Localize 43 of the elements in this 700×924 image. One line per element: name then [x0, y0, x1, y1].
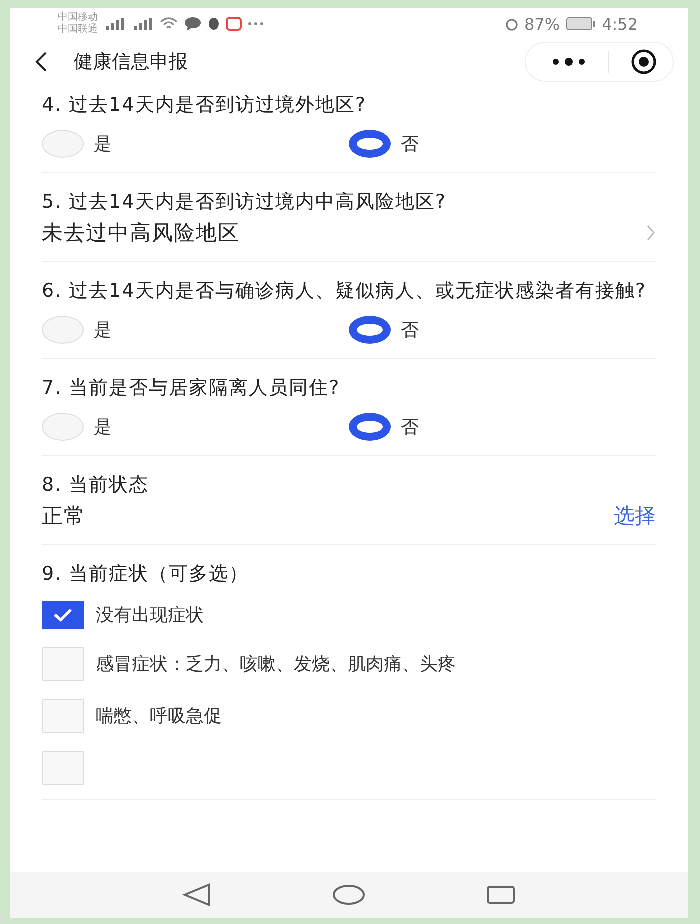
app-icon — [226, 17, 242, 31]
option-label: 没有出现症状 — [96, 604, 204, 627]
battery-icon — [566, 17, 596, 31]
question-title: 6. 过去14天内是否与确诊病人、疑似病人、或无症状感染者有接触? — [42, 279, 648, 304]
alarm-icon — [504, 17, 518, 31]
option-label: 否 — [401, 319, 419, 342]
home-circle-icon[interactable] — [332, 884, 366, 906]
option-label: 否 — [401, 133, 419, 156]
clock-time: 4:52 — [602, 14, 638, 34]
option-label: 感冒症状：乏力、咳嗽、发烧、肌肉痛、头疼 — [96, 653, 456, 676]
carrier-label: 中国移动 — [58, 12, 98, 24]
option-label: 喘憋、呼吸急促 — [96, 705, 222, 728]
wifi-icon — [160, 17, 178, 31]
question-title: 7. 当前是否与居家隔离人员同住? — [42, 376, 342, 401]
question-title: 5. 过去14天内是否到访过境内中高风险地区? — [42, 190, 448, 215]
signal-icon — [132, 18, 154, 30]
close-target-icon[interactable] — [631, 49, 657, 75]
chat-bubble-icon — [184, 17, 202, 31]
option-label: 是 — [94, 319, 112, 342]
question-title: 8. 当前状态 — [42, 473, 150, 498]
question-title: 9. 当前症状（可多选） — [42, 562, 250, 587]
page-title: 健康信息申报 — [74, 50, 189, 75]
choose-link[interactable]: 选择 — [614, 502, 656, 530]
radio-button[interactable] — [349, 130, 391, 158]
recents-square-icon[interactable] — [486, 884, 516, 906]
signal-icon — [104, 18, 126, 30]
checkmark-icon — [52, 607, 74, 623]
more-icon[interactable] — [552, 58, 586, 66]
question-title: 4. 过去14天内是否到访过境外地区? — [42, 93, 368, 118]
radio-button[interactable] — [349, 316, 391, 344]
back-triangle-icon[interactable] — [182, 883, 212, 907]
chevron-right-icon — [646, 225, 656, 241]
option-label: 是 — [94, 416, 112, 439]
option-label: 否 — [401, 416, 419, 439]
answer-value[interactable]: 未去过中高风险地区 — [42, 219, 240, 247]
answer-value: 正常 — [42, 503, 86, 530]
back-icon[interactable] — [34, 51, 48, 73]
more-icon — [248, 22, 264, 26]
battery-percent: 87% — [524, 14, 560, 34]
checkbox[interactable] — [42, 601, 84, 629]
carrier-label: 中国联通 — [58, 24, 98, 36]
option-label: 是 — [94, 133, 112, 156]
radio-button[interactable] — [349, 413, 391, 441]
